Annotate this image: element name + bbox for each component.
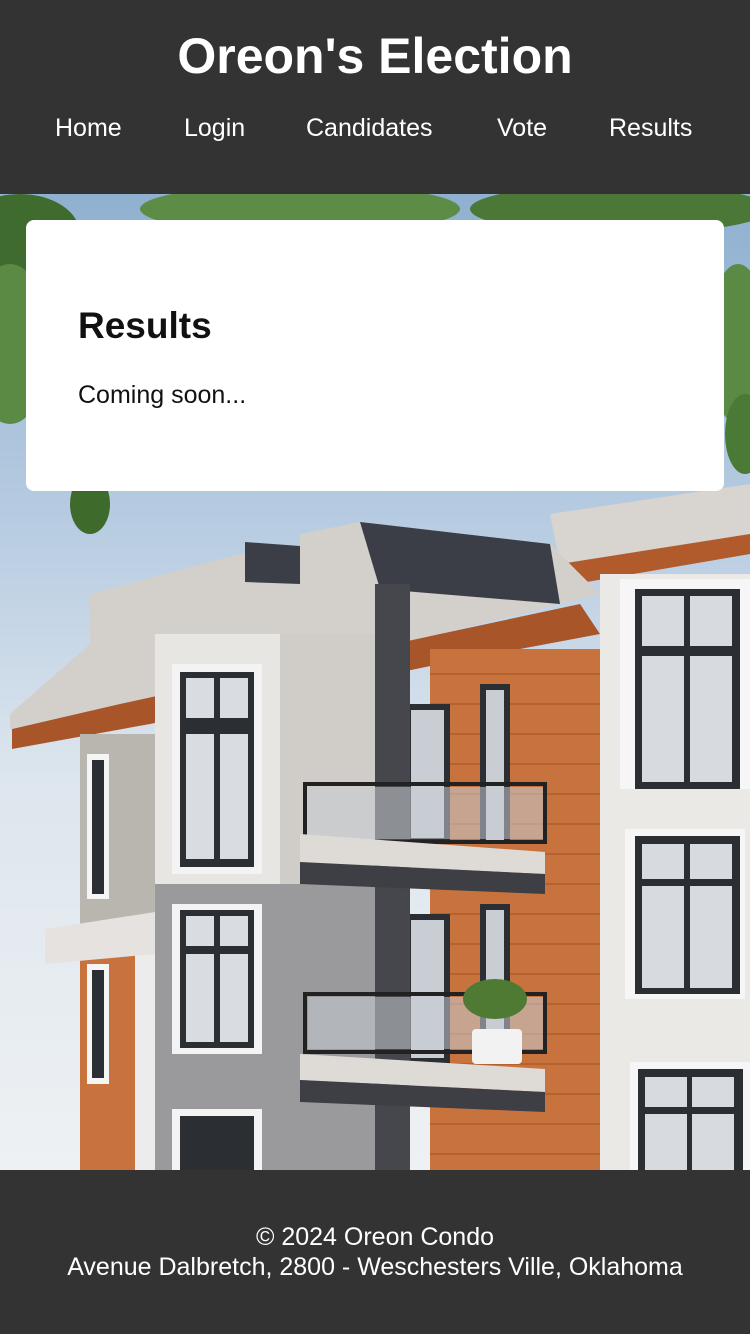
footer-address: Avenue Dalbretch, 2800 - Weschesters Vil… [67,1253,683,1281]
nav-home-link[interactable]: Home [55,108,122,148]
hero-background: Results Coming soon... [0,194,750,1170]
site-footer: © 2024 Oreon Condo Avenue Dalbretch, 280… [0,1170,750,1334]
results-message: Coming soon... [78,381,247,409]
nav-login-link[interactable]: Login [184,108,245,148]
nav-candidates-link[interactable]: Candidates [306,108,432,148]
nav-vote-link[interactable]: Vote [497,108,547,148]
main-nav: Home Login Candidates Vote Results [0,108,750,148]
site-title: Oreon's Election [177,28,573,84]
site-header: Oreon's Election Home Login Candidates V… [0,0,750,194]
footer-copyright: © 2024 Oreon Condo [255,1223,495,1251]
results-heading: Results [78,305,212,346]
page: Oreon's Election Home Login Candidates V… [0,0,750,1334]
nav-results-link[interactable]: Results [609,108,692,148]
results-card: Results Coming soon... [26,220,724,491]
